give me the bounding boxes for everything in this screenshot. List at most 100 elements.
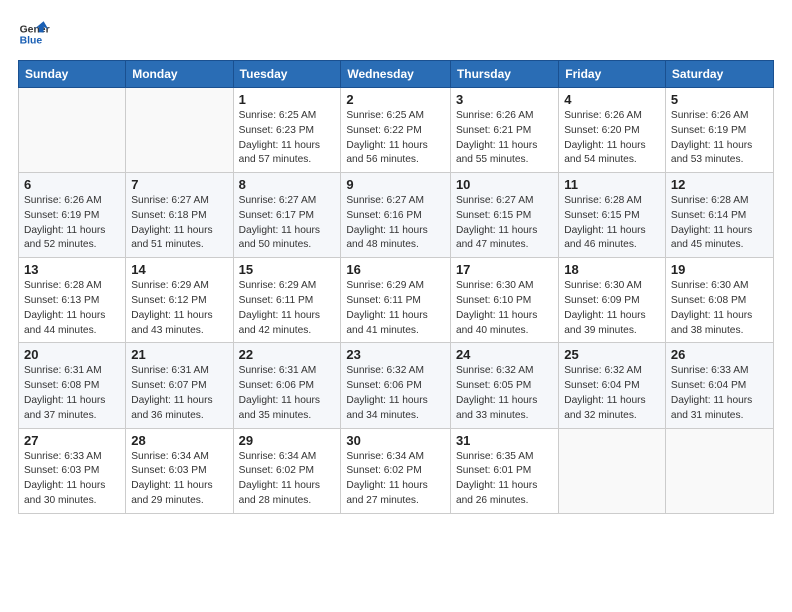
day-info: Sunrise: 6:31 AM Sunset: 6:07 PM Dayligh… — [131, 364, 227, 423]
day-number: 15 — [239, 262, 336, 277]
logo-icon: General Blue — [18, 18, 50, 50]
day-number: 25 — [564, 347, 660, 362]
day-info: Sunrise: 6:31 AM Sunset: 6:06 PM Dayligh… — [239, 364, 336, 423]
day-cell: 9 Sunrise: 6:27 AM Sunset: 6:16 PM Daylig… — [341, 173, 451, 258]
day-info: Sunrise: 6:34 AM Sunset: 6:03 PM Dayligh… — [131, 450, 227, 509]
day-number: 11 — [564, 177, 660, 192]
day-info: Sunrise: 6:28 AM Sunset: 6:15 PM Dayligh… — [564, 194, 660, 253]
col-header-wednesday: Wednesday — [341, 61, 451, 88]
day-info: Sunrise: 6:26 AM Sunset: 6:21 PM Dayligh… — [456, 109, 553, 168]
day-number: 27 — [24, 433, 120, 448]
day-number: 28 — [131, 433, 227, 448]
day-cell: 30 Sunrise: 6:34 AM Sunset: 6:02 PM Dayli… — [341, 428, 451, 513]
day-cell: 28 Sunrise: 6:34 AM Sunset: 6:03 PM Dayli… — [126, 428, 233, 513]
day-cell: 4Sunrise: 6:26 AM Sunset: 6:20 PM Daylig… — [559, 88, 666, 173]
day-info: Sunrise: 6:34 AM Sunset: 6:02 PM Dayligh… — [239, 450, 336, 509]
col-header-monday: Monday — [126, 61, 233, 88]
day-number: 12 — [671, 177, 768, 192]
day-number: 13 — [24, 262, 120, 277]
day-number: 14 — [131, 262, 227, 277]
day-number: 1 — [239, 92, 336, 107]
day-number: 2 — [346, 92, 445, 107]
day-cell: 11 Sunrise: 6:28 AM Sunset: 6:15 PM Dayli… — [559, 173, 666, 258]
week-row-2: 6 Sunrise: 6:26 AM Sunset: 6:19 PM Daylig… — [19, 173, 774, 258]
day-info: Sunrise: 6:27 AM Sunset: 6:16 PM Dayligh… — [346, 194, 445, 253]
day-cell — [126, 88, 233, 173]
day-cell: 7 Sunrise: 6:27 AM Sunset: 6:18 PM Daylig… — [126, 173, 233, 258]
day-number: 16 — [346, 262, 445, 277]
day-info: Sunrise: 6:29 AM Sunset: 6:11 PM Dayligh… — [239, 279, 336, 338]
day-cell: 2 Sunrise: 6:25 AM Sunset: 6:22 PM Daylig… — [341, 88, 451, 173]
day-number: 18 — [564, 262, 660, 277]
week-row-1: 1Sunrise: 6:25 AM Sunset: 6:23 PM Daylig… — [19, 88, 774, 173]
week-row-5: 27 Sunrise: 6:33 AM Sunset: 6:03 PM Dayli… — [19, 428, 774, 513]
day-cell: 15 Sunrise: 6:29 AM Sunset: 6:11 PM Dayli… — [233, 258, 341, 343]
day-cell — [665, 428, 773, 513]
day-cell: 19Sunrise: 6:30 AM Sunset: 6:08 PM Dayli… — [665, 258, 773, 343]
day-cell: 14Sunrise: 6:29 AM Sunset: 6:12 PM Dayli… — [126, 258, 233, 343]
day-number: 30 — [346, 433, 445, 448]
day-info: Sunrise: 6:27 AM Sunset: 6:17 PM Dayligh… — [239, 194, 336, 253]
day-number: 20 — [24, 347, 120, 362]
day-info: Sunrise: 6:27 AM Sunset: 6:18 PM Dayligh… — [131, 194, 227, 253]
day-cell: 22 Sunrise: 6:31 AM Sunset: 6:06 PM Dayli… — [233, 343, 341, 428]
day-number: 10 — [456, 177, 553, 192]
day-cell: 29 Sunrise: 6:34 AM Sunset: 6:02 PM Dayli… — [233, 428, 341, 513]
day-cell: 31 Sunrise: 6:35 AM Sunset: 6:01 PM Dayli… — [450, 428, 558, 513]
day-number: 8 — [239, 177, 336, 192]
day-number: 29 — [239, 433, 336, 448]
day-info: Sunrise: 6:26 AM Sunset: 6:19 PM Dayligh… — [24, 194, 120, 253]
col-header-saturday: Saturday — [665, 61, 773, 88]
day-info: Sunrise: 6:32 AM Sunset: 6:04 PM Dayligh… — [564, 364, 660, 423]
day-cell: 18Sunrise: 6:30 AM Sunset: 6:09 PM Dayli… — [559, 258, 666, 343]
day-info: Sunrise: 6:30 AM Sunset: 6:10 PM Dayligh… — [456, 279, 553, 338]
week-row-3: 13 Sunrise: 6:28 AM Sunset: 6:13 PM Dayli… — [19, 258, 774, 343]
day-info: Sunrise: 6:32 AM Sunset: 6:06 PM Dayligh… — [346, 364, 445, 423]
day-info: Sunrise: 6:26 AM Sunset: 6:19 PM Dayligh… — [671, 109, 768, 168]
calendar-table: SundayMondayTuesdayWednesdayThursdayFrid… — [18, 60, 774, 514]
col-header-sunday: Sunday — [19, 61, 126, 88]
day-number: 5 — [671, 92, 768, 107]
day-cell: 3 Sunrise: 6:26 AM Sunset: 6:21 PM Daylig… — [450, 88, 558, 173]
day-cell: 16Sunrise: 6:29 AM Sunset: 6:11 PM Dayli… — [341, 258, 451, 343]
day-cell — [559, 428, 666, 513]
day-cell: 24 Sunrise: 6:32 AM Sunset: 6:05 PM Dayli… — [450, 343, 558, 428]
day-cell: 17 Sunrise: 6:30 AM Sunset: 6:10 PM Dayli… — [450, 258, 558, 343]
day-info: Sunrise: 6:32 AM Sunset: 6:05 PM Dayligh… — [456, 364, 553, 423]
svg-text:Blue: Blue — [20, 36, 43, 47]
day-info: Sunrise: 6:30 AM Sunset: 6:08 PM Dayligh… — [671, 279, 768, 338]
day-number: 17 — [456, 262, 553, 277]
col-header-tuesday: Tuesday — [233, 61, 341, 88]
col-header-thursday: Thursday — [450, 61, 558, 88]
day-info: Sunrise: 6:25 AM Sunset: 6:22 PM Dayligh… — [346, 109, 445, 168]
day-cell: 12 Sunrise: 6:28 AM Sunset: 6:14 PM Dayli… — [665, 173, 773, 258]
day-cell: 26Sunrise: 6:33 AM Sunset: 6:04 PM Dayli… — [665, 343, 773, 428]
day-info: Sunrise: 6:34 AM Sunset: 6:02 PM Dayligh… — [346, 450, 445, 509]
day-info: Sunrise: 6:28 AM Sunset: 6:14 PM Dayligh… — [671, 194, 768, 253]
day-cell: 6 Sunrise: 6:26 AM Sunset: 6:19 PM Daylig… — [19, 173, 126, 258]
day-info: Sunrise: 6:28 AM Sunset: 6:13 PM Dayligh… — [24, 279, 120, 338]
day-number: 7 — [131, 177, 227, 192]
day-number: 22 — [239, 347, 336, 362]
day-info: Sunrise: 6:27 AM Sunset: 6:15 PM Dayligh… — [456, 194, 553, 253]
header-row: SundayMondayTuesdayWednesdayThursdayFrid… — [19, 61, 774, 88]
col-header-friday: Friday — [559, 61, 666, 88]
day-cell — [19, 88, 126, 173]
day-info: Sunrise: 6:33 AM Sunset: 6:04 PM Dayligh… — [671, 364, 768, 423]
day-info: Sunrise: 6:31 AM Sunset: 6:08 PM Dayligh… — [24, 364, 120, 423]
day-number: 6 — [24, 177, 120, 192]
day-number: 3 — [456, 92, 553, 107]
day-cell: 21 Sunrise: 6:31 AM Sunset: 6:07 PM Dayli… — [126, 343, 233, 428]
day-info: Sunrise: 6:33 AM Sunset: 6:03 PM Dayligh… — [24, 450, 120, 509]
day-cell: 8 Sunrise: 6:27 AM Sunset: 6:17 PM Daylig… — [233, 173, 341, 258]
day-number: 9 — [346, 177, 445, 192]
day-info: Sunrise: 6:35 AM Sunset: 6:01 PM Dayligh… — [456, 450, 553, 509]
day-cell: 20 Sunrise: 6:31 AM Sunset: 6:08 PM Dayli… — [19, 343, 126, 428]
page: General Blue SundayMondayTuesdayWednesda… — [0, 0, 792, 612]
day-number: 23 — [346, 347, 445, 362]
day-number: 21 — [131, 347, 227, 362]
day-number: 24 — [456, 347, 553, 362]
day-number: 31 — [456, 433, 553, 448]
day-cell: 10 Sunrise: 6:27 AM Sunset: 6:15 PM Dayli… — [450, 173, 558, 258]
day-cell: 5 Sunrise: 6:26 AM Sunset: 6:19 PM Daylig… — [665, 88, 773, 173]
